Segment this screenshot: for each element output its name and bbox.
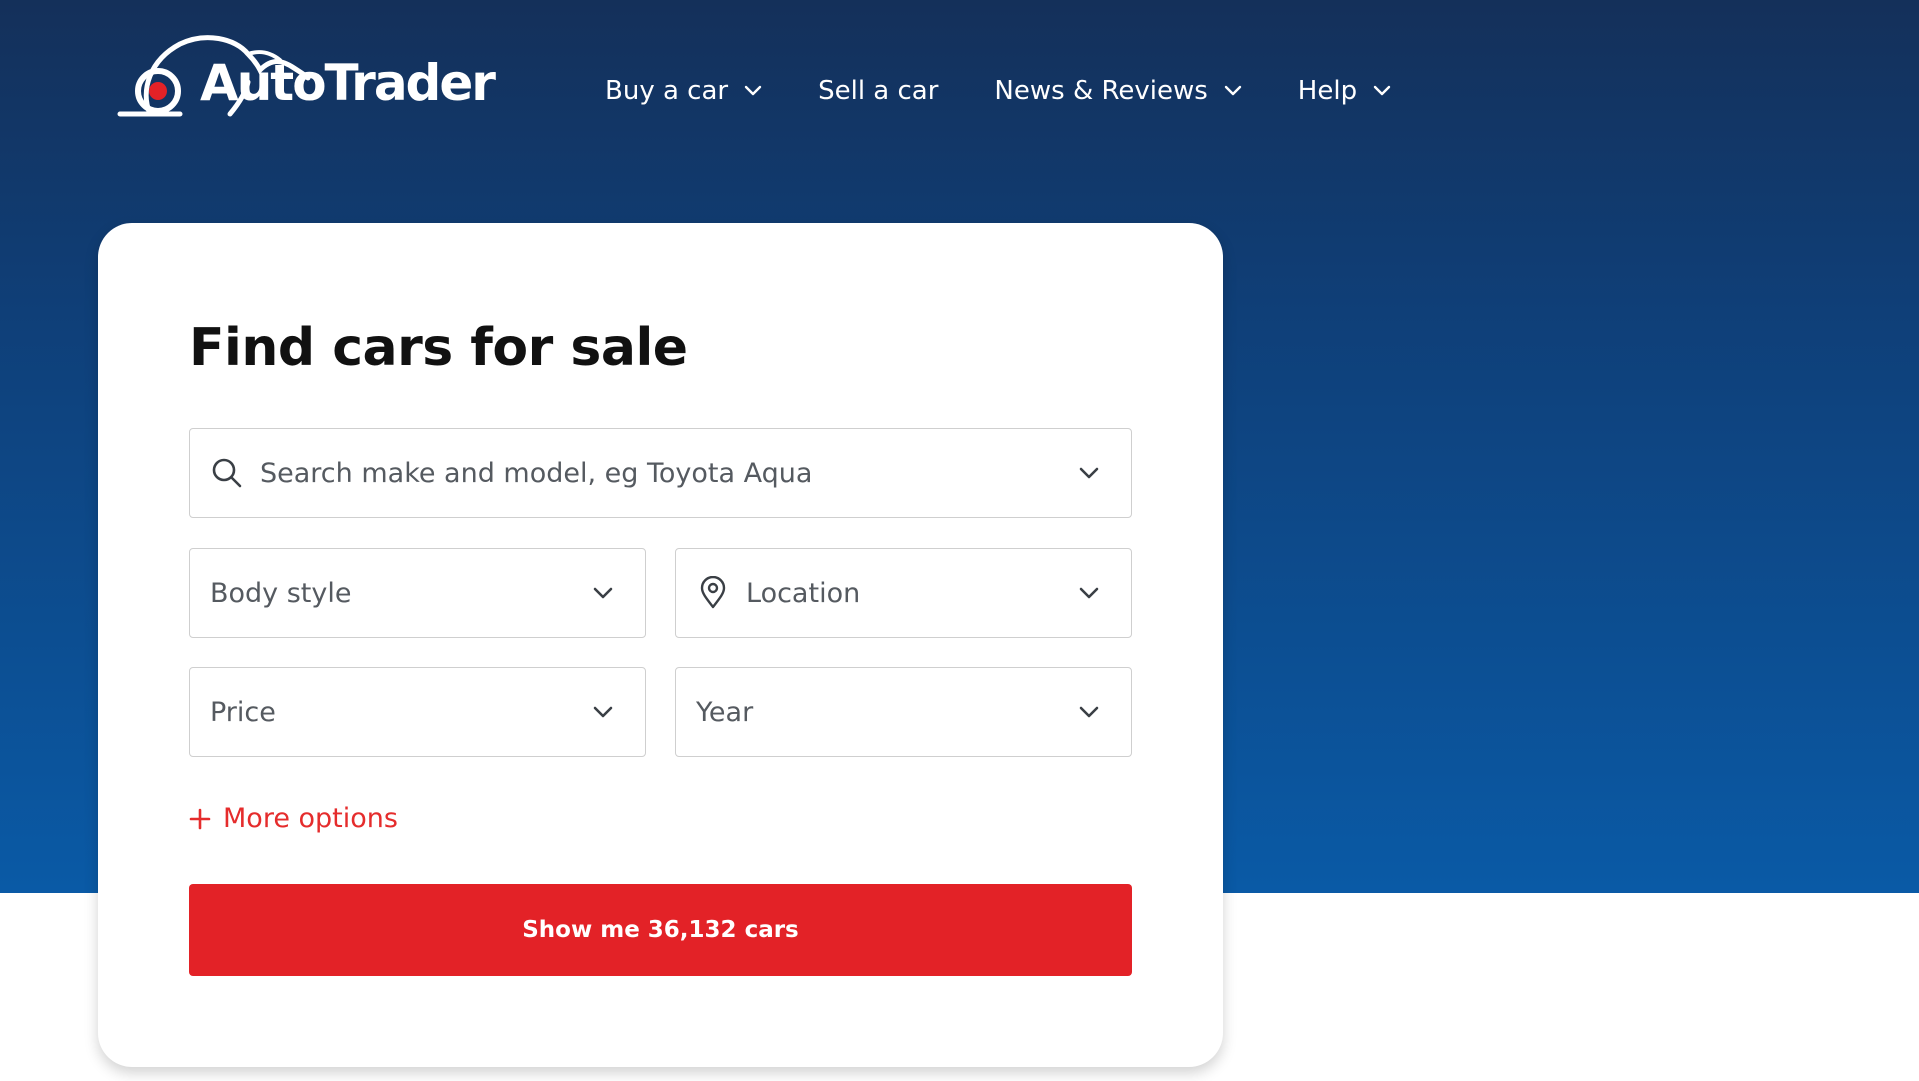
more-options-link[interactable]: More options xyxy=(189,803,398,834)
price-select[interactable]: Price xyxy=(189,667,646,757)
body-style-label: Body style xyxy=(210,577,352,609)
location-pin-icon xyxy=(700,576,726,609)
nav-help[interactable]: Help xyxy=(1298,76,1391,106)
chevron-down-icon xyxy=(1224,85,1241,96)
more-options-label: More options xyxy=(223,803,398,834)
nav-news-reviews[interactable]: News & Reviews xyxy=(994,76,1241,106)
nav-sell-a-car[interactable]: Sell a car xyxy=(818,76,938,106)
nav-buy-a-car-label: Buy a car xyxy=(605,76,729,106)
make-model-search-field[interactable]: Search make and model, eg Toyota Aqua xyxy=(189,428,1132,518)
main-nav: Buy a car Sell a car News & Reviews Help xyxy=(605,68,1447,114)
chevron-down-icon xyxy=(593,587,613,599)
location-label: Location xyxy=(746,577,861,609)
search-icon xyxy=(212,458,242,488)
chevron-down-icon xyxy=(1079,467,1099,479)
price-label: Price xyxy=(210,696,276,728)
year-select[interactable]: Year xyxy=(675,667,1132,757)
search-placeholder: Search make and model, eg Toyota Aqua xyxy=(260,457,813,489)
search-card: Find cars for sale Search make and model… xyxy=(98,223,1223,1067)
chevron-down-icon xyxy=(1079,587,1099,599)
year-label: Year xyxy=(696,696,754,728)
show-cars-button[interactable]: Show me 36,132 cars xyxy=(189,884,1132,976)
nav-news-reviews-label: News & Reviews xyxy=(994,76,1208,106)
nav-sell-a-car-label: Sell a car xyxy=(818,76,939,106)
chevron-down-icon xyxy=(593,706,613,718)
nav-buy-a-car[interactable]: Buy a car xyxy=(605,76,762,106)
chevron-down-icon xyxy=(1079,706,1099,718)
page-title: Find cars for sale xyxy=(189,318,688,378)
nav-help-label: Help xyxy=(1297,76,1358,106)
chevron-down-icon xyxy=(744,85,762,96)
logo-wordmark: AutoTrader xyxy=(200,54,496,112)
plus-icon xyxy=(189,808,211,829)
chevron-down-icon xyxy=(1373,85,1391,96)
location-select[interactable]: Location xyxy=(675,548,1132,638)
body-style-select[interactable]: Body style xyxy=(189,548,646,638)
